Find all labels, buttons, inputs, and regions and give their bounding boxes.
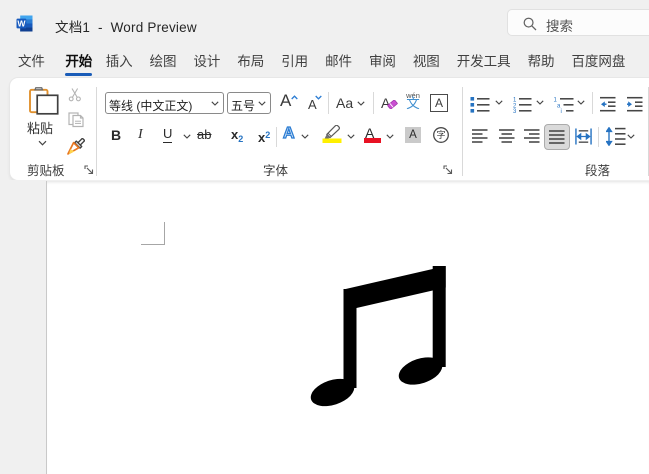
svg-text:i: i <box>561 109 562 113</box>
svg-text:W: W <box>17 18 26 28</box>
svg-text:字: 字 <box>436 129 445 140</box>
svg-text:3: 3 <box>513 109 517 113</box>
